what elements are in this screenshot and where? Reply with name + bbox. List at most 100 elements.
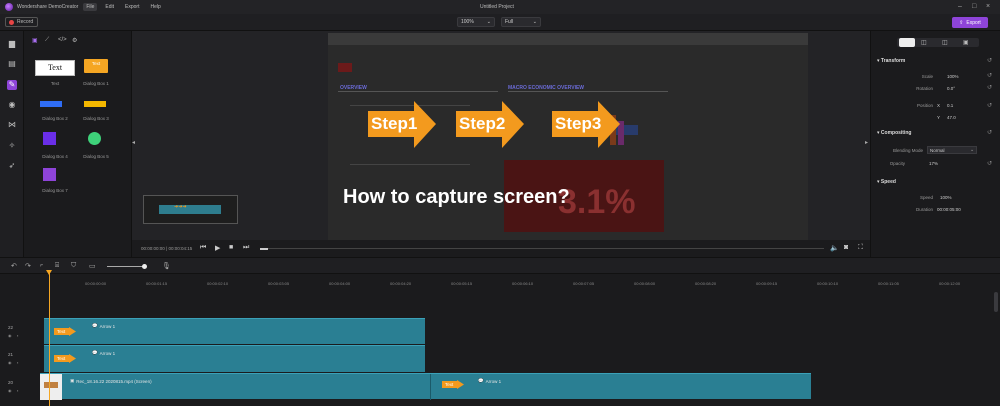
caption-icon[interactable]: ▭ bbox=[89, 262, 96, 270]
clip-label: Arrow 1 bbox=[485, 378, 502, 384]
dialog-tab-icon[interactable]: ▣ bbox=[32, 37, 38, 44]
preview-panel: ◂ ▸ ➜➜➜ OVERVIEW MACRO ECONOMIC OVERVIEW… bbox=[132, 31, 870, 257]
playhead[interactable] bbox=[46, 270, 52, 406]
export-button[interactable]: ⇪ Export bbox=[952, 17, 988, 28]
eye-icon[interactable]: ◉ bbox=[8, 360, 12, 365]
tick-label: 00:00:08:00 bbox=[634, 281, 656, 286]
progress-handle[interactable] bbox=[260, 248, 268, 250]
close-icon[interactable]: × bbox=[986, 3, 990, 10]
cursor-effects-icon[interactable]: ➶ bbox=[7, 161, 17, 171]
line-tab-icon[interactable]: ⟋ bbox=[45, 37, 49, 44]
zoom-select[interactable]: 100% ⌄ bbox=[457, 17, 495, 27]
rotation-value[interactable]: 0.0° bbox=[947, 86, 955, 91]
speed-label: Speed bbox=[919, 195, 933, 200]
opacity-value[interactable]: 17% bbox=[929, 161, 938, 166]
preview-canvas[interactable]: OVERVIEW MACRO ECONOMIC OVERVIEW 3.1% St… bbox=[328, 33, 808, 240]
text-tab-icon[interactable]: </> bbox=[58, 37, 67, 43]
lock-icon[interactable]: ▪ bbox=[17, 360, 18, 365]
microphone-icon[interactable]: 🎙 bbox=[162, 262, 171, 270]
compositing-header[interactable]: ▾ Compositing bbox=[877, 130, 911, 136]
redo-icon[interactable]: ↷ bbox=[25, 262, 31, 270]
minimize-icon[interactable]: – bbox=[958, 3, 962, 10]
split-icon[interactable]: ⌸ bbox=[55, 262, 59, 270]
caption-tab-icon[interactable]: ▣ bbox=[963, 39, 969, 46]
speed-header[interactable]: ▾ Speed bbox=[877, 179, 896, 185]
marker-icon[interactable]: ⛉ bbox=[71, 262, 76, 270]
menu-export[interactable]: Export bbox=[122, 3, 142, 11]
collapse-left-icon[interactable]: ◂ bbox=[132, 139, 135, 146]
step3-arrow[interactable]: Step3 bbox=[552, 101, 620, 148]
menu-file[interactable]: File bbox=[83, 3, 98, 11]
maximize-icon[interactable]: □ bbox=[972, 3, 976, 10]
speed-value[interactable]: 100% bbox=[940, 195, 952, 200]
timeline-ruler[interactable]: 00:00:00:00 00:00:01:15 00:00:02:10 00:0… bbox=[0, 274, 1000, 290]
annotations-icon[interactable]: ✎ bbox=[7, 80, 17, 90]
stickers-icon[interactable]: ◉ bbox=[7, 100, 17, 110]
lock-icon[interactable]: ▪ bbox=[17, 388, 18, 393]
playhead-handle-icon[interactable] bbox=[46, 270, 52, 275]
text-arrow-tag: Text bbox=[54, 327, 76, 336]
crop-icon[interactable]: ⟔ bbox=[40, 262, 43, 270]
reset-position-icon[interactable]: ↺ bbox=[987, 102, 992, 109]
track-20-screen-clip[interactable]: ▣ Rec_18.16.22 2020815.mp4 (Screen) Text … bbox=[40, 373, 811, 400]
clip-label: Arrow 1 bbox=[99, 350, 116, 356]
mini-overlay[interactable]: ➜➜➜ bbox=[143, 195, 238, 224]
zoom-slider-handle[interactable] bbox=[142, 264, 147, 269]
track-21-clip[interactable]: Text 💬 Arrow 1 bbox=[44, 345, 425, 372]
reset-opacity-icon[interactable]: ↺ bbox=[987, 160, 992, 167]
progress-track[interactable] bbox=[268, 248, 824, 249]
effects-icon[interactable]: ✧ bbox=[7, 141, 17, 151]
text-item[interactable]: Text bbox=[35, 60, 75, 76]
step2-arrow[interactable]: Step2 bbox=[456, 101, 524, 148]
timeline-scrollbar[interactable] bbox=[994, 292, 998, 312]
eye-icon[interactable]: ◉ bbox=[8, 333, 12, 338]
eye-icon[interactable]: ◉ bbox=[8, 388, 12, 393]
dialog-box-4-item[interactable] bbox=[43, 132, 56, 145]
tick-label: 00:00:03:05 bbox=[268, 281, 290, 286]
reset-compositing-icon[interactable]: ↺ bbox=[987, 129, 992, 136]
zoom-slider-track[interactable] bbox=[107, 266, 145, 267]
snapshot-icon[interactable]: ◙ bbox=[844, 244, 848, 251]
templates-icon[interactable]: ▤ bbox=[7, 59, 17, 69]
lock-icon[interactable]: ▪ bbox=[17, 333, 18, 338]
dialog-box-2-item[interactable] bbox=[40, 101, 62, 107]
play-icon[interactable]: ▶ bbox=[215, 244, 220, 252]
reset-scale-icon[interactable]: ↺ bbox=[987, 72, 992, 79]
reset-rotation-icon[interactable]: ↺ bbox=[987, 84, 992, 91]
dialog-box-3-item[interactable] bbox=[84, 101, 106, 107]
video-tab-icon[interactable] bbox=[899, 38, 915, 47]
transform-label: Transform bbox=[880, 58, 906, 64]
scale-value[interactable]: 100% bbox=[947, 74, 959, 79]
dialog-box-7-item[interactable] bbox=[43, 168, 56, 181]
caption-text[interactable]: How to capture screen? bbox=[343, 186, 570, 209]
transform-header[interactable]: ▾ Transform bbox=[877, 58, 905, 64]
next-frame-icon[interactable]: ⏭ bbox=[243, 244, 249, 252]
shape-tab-icon[interactable]: ⚙ bbox=[72, 37, 77, 44]
duration-value[interactable]: 00:00:05:00 bbox=[937, 207, 961, 212]
dialog-box-1-item[interactable]: Text bbox=[84, 59, 108, 73]
blend-select[interactable]: Normal ⌄ bbox=[927, 146, 977, 154]
fullscreen-icon[interactable]: ⛶ bbox=[858, 244, 863, 252]
record-button[interactable]: Record bbox=[5, 17, 38, 27]
menu-help[interactable]: Help bbox=[147, 3, 163, 11]
prev-frame-icon[interactable]: ⏮ bbox=[200, 244, 206, 252]
menu-edit[interactable]: Edit bbox=[102, 3, 117, 11]
media-icon[interactable]: ▆ bbox=[7, 39, 17, 49]
quality-select[interactable]: Full ⌄ bbox=[501, 17, 541, 27]
mini-overlay-bar bbox=[159, 205, 221, 214]
dialog-box-5-item[interactable] bbox=[88, 132, 101, 145]
audio-tab-icon[interactable]: ◫ bbox=[921, 39, 927, 46]
comment-icon: 💬 bbox=[92, 323, 98, 328]
transitions-icon[interactable]: ⋈ bbox=[7, 120, 17, 130]
volume-icon[interactable]: 🔈 bbox=[830, 244, 839, 252]
reset-transform-icon[interactable]: ↺ bbox=[987, 57, 992, 64]
step1-arrow[interactable]: Step1 bbox=[368, 101, 436, 148]
collapse-right-icon[interactable]: ▸ bbox=[865, 139, 868, 146]
cursor-tab-icon[interactable]: ◫ bbox=[942, 39, 948, 46]
track-22-clip[interactable]: Text 💬 Arrow 1 bbox=[44, 318, 425, 344]
pos-y-value[interactable]: 47.0 bbox=[947, 115, 956, 120]
pos-x-value[interactable]: 0.1 bbox=[947, 103, 953, 108]
undo-icon[interactable]: ↶ bbox=[11, 262, 17, 270]
stop-icon[interactable]: ■ bbox=[229, 244, 233, 251]
tick-label: 00:00:04:00 bbox=[329, 281, 351, 286]
